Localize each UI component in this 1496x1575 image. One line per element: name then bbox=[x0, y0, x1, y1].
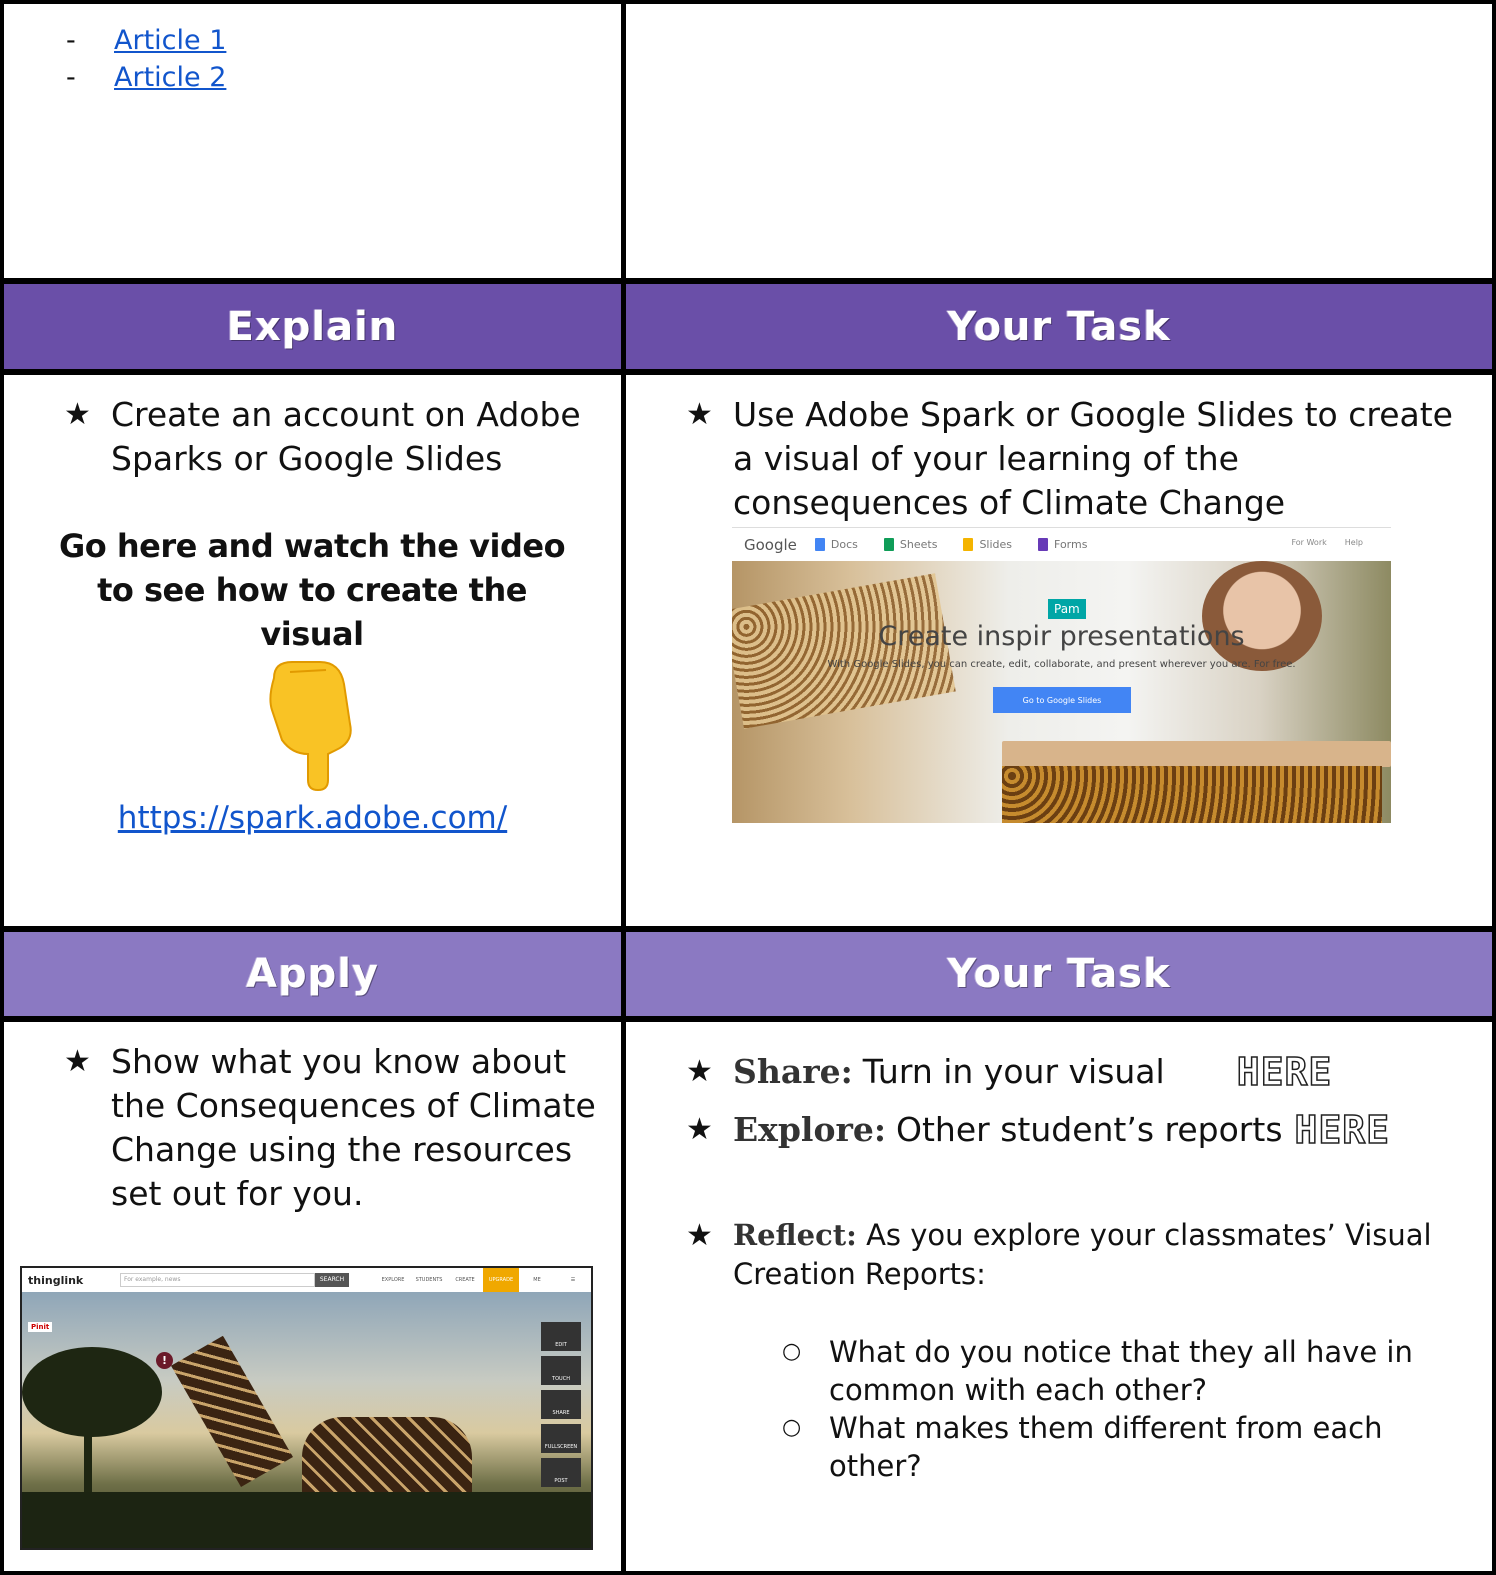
thinglink-search: For example, news bbox=[120, 1273, 315, 1287]
thinglink-screenshot: thinglink For example, news SEARCH EXPLO… bbox=[20, 1266, 593, 1550]
star-icon: ★ bbox=[686, 1218, 713, 1253]
explore-text: Other student’s reports bbox=[896, 1110, 1283, 1149]
slides-icon bbox=[963, 538, 974, 551]
slides-hero-title: Create inspir presentations bbox=[878, 621, 1245, 652]
resources-cell: - Article 1 - Article 2 bbox=[4, 4, 621, 278]
cursor-label: Pam bbox=[1048, 599, 1086, 619]
article-list: - Article 1 - Article 2 bbox=[66, 22, 226, 96]
thinglink-navbar: thinglink For example, news SEARCH EXPLO… bbox=[22, 1268, 591, 1292]
apply-bullet: ★ Show what you know about the Consequen… bbox=[64, 1040, 609, 1216]
list-item: - Article 1 bbox=[66, 22, 226, 59]
apply-header-text: Apply bbox=[245, 951, 379, 997]
pointing-down-hand-icon bbox=[266, 658, 356, 792]
your-task-header-text: Your Task bbox=[947, 303, 1171, 350]
article-2-link[interactable]: Article 2 bbox=[114, 59, 226, 96]
sheets-icon bbox=[883, 538, 894, 551]
reflect-questions: ○ What do you notice that they all have i… bbox=[782, 1333, 1482, 1485]
giraffe-image: Pinit ! EDIT TOUCH SHARE FULLSCREEN POST bbox=[22, 1292, 591, 1548]
students-nav: STUDENTS bbox=[415, 1277, 443, 1283]
bush-shape bbox=[22, 1492, 591, 1548]
explore-nav: EXPLORE bbox=[381, 1277, 405, 1283]
docs-tab: Docs bbox=[814, 538, 858, 551]
forms-tab: Forms bbox=[1038, 538, 1087, 551]
explore-label: Explore: bbox=[733, 1110, 887, 1149]
share-text: Turn in your visual bbox=[862, 1052, 1165, 1091]
apply-task-cell bbox=[626, 1022, 1492, 1571]
reflect-label: Reflect: bbox=[733, 1218, 857, 1252]
your-task-header: Your Task bbox=[626, 284, 1492, 369]
alert-icon: ! bbox=[156, 1352, 173, 1369]
fullscreen-button: FULLSCREEN bbox=[541, 1424, 581, 1453]
thinglink-side-buttons: EDIT TOUCH SHARE FULLSCREEN POST bbox=[541, 1322, 581, 1487]
touch-button: TOUCH bbox=[541, 1356, 581, 1385]
frame-shape bbox=[1002, 741, 1391, 767]
list-item: ○ What do you notice that they all have i… bbox=[782, 1335, 1413, 1407]
share-bullet: ★ Share: Turn in your visual HERE bbox=[686, 1049, 1476, 1095]
boy-figure bbox=[1202, 561, 1322, 671]
reflect-bullet: ★ Reflect: As you explore your classmate… bbox=[686, 1216, 1446, 1294]
sheets-tab: Sheets bbox=[883, 538, 937, 551]
explore-bullet: ★ Explore: Other student’s reports HERE bbox=[686, 1107, 1476, 1153]
explore-here-link[interactable]: HERE bbox=[1294, 1107, 1391, 1153]
empty-cell bbox=[626, 4, 1492, 278]
star-icon: ★ bbox=[686, 1054, 713, 1089]
share-button: SHARE bbox=[541, 1390, 581, 1419]
circle-bullet-icon: ○ bbox=[782, 1415, 802, 1440]
explain-bullet-text: Create an account on Adobe Sparks or Goo… bbox=[111, 395, 581, 478]
star-icon: ★ bbox=[686, 397, 713, 432]
slides-tab: Slides bbox=[963, 538, 1012, 551]
task-bullet-text: Use Adobe Spark or Google Slides to crea… bbox=[733, 395, 1453, 522]
reflect-text-wrap: Reflect: As you explore your classmates’… bbox=[733, 1216, 1446, 1294]
post-button: POST bbox=[541, 1458, 581, 1487]
list-item: ○ What makes them different from each oth… bbox=[782, 1411, 1383, 1483]
task-bullet: ★ Use Adobe Spark or Google Slides to cr… bbox=[686, 393, 1476, 525]
star-icon: ★ bbox=[64, 397, 91, 432]
upgrade-nav: UPGRADE bbox=[483, 1268, 519, 1292]
google-slides-hero-image: Pam Create inspir presentations With Goo… bbox=[732, 561, 1391, 823]
go-to-google-slides-button: Go to Google Slides bbox=[993, 687, 1131, 713]
edit-button: EDIT bbox=[541, 1322, 581, 1351]
spark-link-wrap: https://spark.adobe.com/ bbox=[60, 800, 565, 836]
adobe-spark-link[interactable]: https://spark.adobe.com/ bbox=[118, 800, 507, 836]
google-right-links: For Work Help bbox=[1291, 538, 1363, 547]
share-here-link[interactable]: HERE bbox=[1236, 1049, 1333, 1095]
apply-bullet-text: Show what you know about the Consequence… bbox=[111, 1042, 596, 1213]
thinglink-search-button: SEARCH bbox=[315, 1273, 349, 1287]
create-nav: CREATE bbox=[455, 1277, 475, 1283]
me-nav: ME bbox=[533, 1277, 541, 1283]
list-item: - Article 2 bbox=[66, 59, 226, 96]
giraffe-neck-shape bbox=[171, 1335, 293, 1487]
explain-header-text: Explain bbox=[226, 303, 399, 350]
explain-instruction: Go here and watch the video to see how t… bbox=[58, 527, 566, 653]
apply-task-header: Your Task bbox=[626, 932, 1492, 1016]
apply-task-header-text: Your Task bbox=[947, 951, 1171, 997]
thinglink-logo: thinglink bbox=[28, 1273, 84, 1287]
explain-header: Explain bbox=[4, 284, 621, 369]
explain-bullet: ★ Create an account on Adobe Sparks or G… bbox=[64, 393, 609, 481]
tree-shape bbox=[22, 1347, 162, 1437]
forms-icon bbox=[1038, 538, 1049, 551]
circle-bullet-icon: ○ bbox=[782, 1339, 802, 1364]
google-slides-screenshot: Google Docs Sheets Slides Forms For Work… bbox=[732, 527, 1391, 823]
honeycomb-shape bbox=[1002, 766, 1382, 823]
star-icon: ★ bbox=[64, 1044, 91, 1079]
article-1-link[interactable]: Article 1 bbox=[114, 22, 226, 59]
pinit-badge: Pinit bbox=[28, 1322, 53, 1332]
google-logo: Google bbox=[744, 535, 797, 554]
docs-icon bbox=[814, 538, 825, 551]
google-slides-navbar: Google Docs Sheets Slides Forms For Work… bbox=[732, 528, 1391, 561]
star-icon: ★ bbox=[686, 1112, 713, 1147]
apply-header: Apply bbox=[4, 932, 621, 1016]
slides-hero-subtitle: With Google Slides, you can create, edit… bbox=[827, 659, 1296, 670]
menu-icon: ☰ bbox=[570, 1277, 576, 1283]
share-label: Share: bbox=[733, 1052, 853, 1091]
